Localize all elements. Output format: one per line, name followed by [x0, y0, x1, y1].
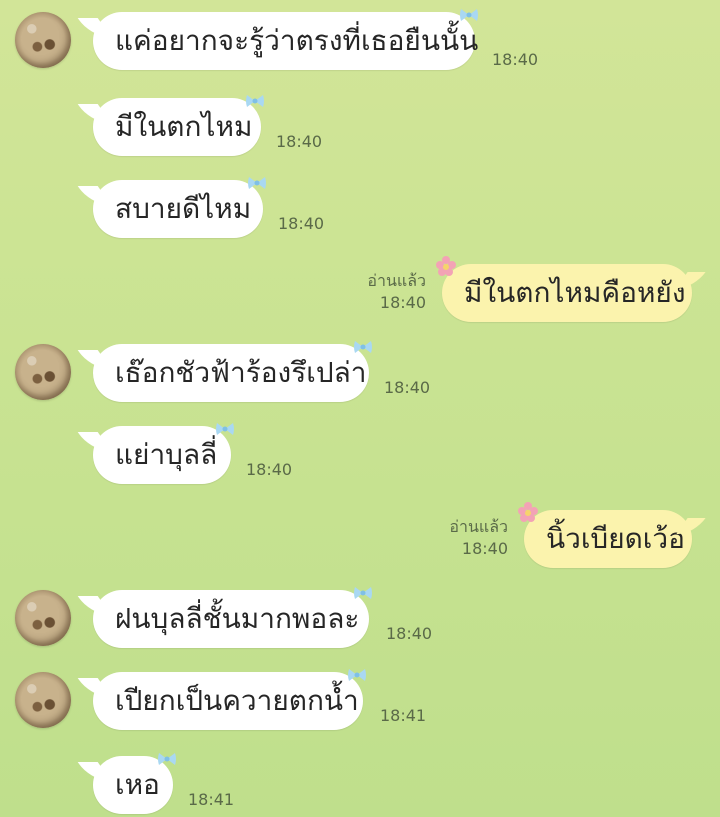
message-time: 18:40	[386, 624, 433, 643]
blue-bow-icon	[460, 9, 478, 21]
message-text: นิ้วเบียดเว้อ	[546, 522, 685, 555]
blue-bow-icon	[216, 423, 234, 435]
message-text: แค่อยากจะรู้ว่าตรงที่เธอยืนนั้น	[115, 24, 479, 57]
incoming-bubble[interactable]: มีในตกไหม	[93, 95, 264, 156]
message-text: ฝนบุลลี่ชั้นมากพอละ	[115, 602, 360, 635]
incoming-bubble[interactable]: ฝนบุลลี่ชั้นมากพอละ	[93, 587, 372, 648]
avatar[interactable]	[15, 344, 71, 400]
incoming-bubble[interactable]: สบายดีไหม	[93, 177, 266, 238]
message-text: มีในตกไหมคือหยัง	[464, 276, 686, 309]
avatar[interactable]	[15, 590, 71, 646]
message-time: 18:40	[278, 214, 325, 233]
message-time: 18:40	[492, 50, 539, 69]
message-time: 18:40	[379, 293, 426, 312]
incoming-bubble[interactable]: แค่อยากจะรู้ว่าตรงที่เธอยืนนั้น	[93, 9, 479, 70]
message-text: เปียกเป็นควายตกน้ำ	[115, 684, 359, 717]
blue-bow-icon	[354, 587, 372, 599]
avatar[interactable]	[15, 12, 71, 68]
message-time: 18:41	[188, 790, 235, 809]
message-time: 18:40	[384, 378, 431, 397]
read-receipt: อ่านแล้ว 18:40	[367, 270, 426, 314]
blue-bow-icon	[348, 669, 366, 681]
outgoing-bubble[interactable]: มีในตกไหมคือหยัง	[436, 256, 692, 322]
pink-flower-icon	[518, 502, 538, 522]
blue-bow-icon	[354, 341, 372, 353]
message-text: แย่าบุลลี่	[115, 438, 218, 471]
message-text: เหอ	[115, 768, 160, 801]
blue-bow-icon	[246, 95, 264, 107]
message-time: 18:40	[276, 132, 323, 151]
read-receipt: อ่านแล้ว 18:40	[449, 516, 508, 560]
incoming-bubble[interactable]: เธ๊อกชัวฟ้าร้องรึเปล่า	[93, 341, 372, 402]
pink-flower-icon	[436, 256, 456, 276]
message-time: 18:41	[380, 706, 427, 725]
read-status: อ่านแล้ว	[367, 271, 426, 290]
incoming-bubble[interactable]: เปียกเป็นควายตกน้ำ	[93, 669, 366, 730]
message-time: 18:40	[461, 539, 508, 558]
avatar[interactable]	[15, 672, 71, 728]
incoming-bubble[interactable]: แย่าบุลลี่	[93, 423, 234, 484]
message-text: สบายดีไหม	[115, 192, 252, 225]
chat-area[interactable]: แค่อยากจะรู้ว่าตรงที่เธอยืนนั้น 18:40 มี…	[0, 0, 720, 817]
message-text: เธ๊อกชัวฟ้าร้องรึเปล่า	[115, 356, 367, 389]
read-status: อ่านแล้ว	[449, 517, 508, 536]
incoming-bubble[interactable]: เหอ	[93, 753, 176, 814]
blue-bow-icon	[248, 177, 266, 189]
message-time: 18:40	[246, 460, 293, 479]
message-text: มีในตกไหม	[115, 110, 253, 143]
outgoing-bubble[interactable]: นิ้วเบียดเว้อ	[518, 502, 692, 568]
blue-bow-icon	[158, 753, 176, 765]
